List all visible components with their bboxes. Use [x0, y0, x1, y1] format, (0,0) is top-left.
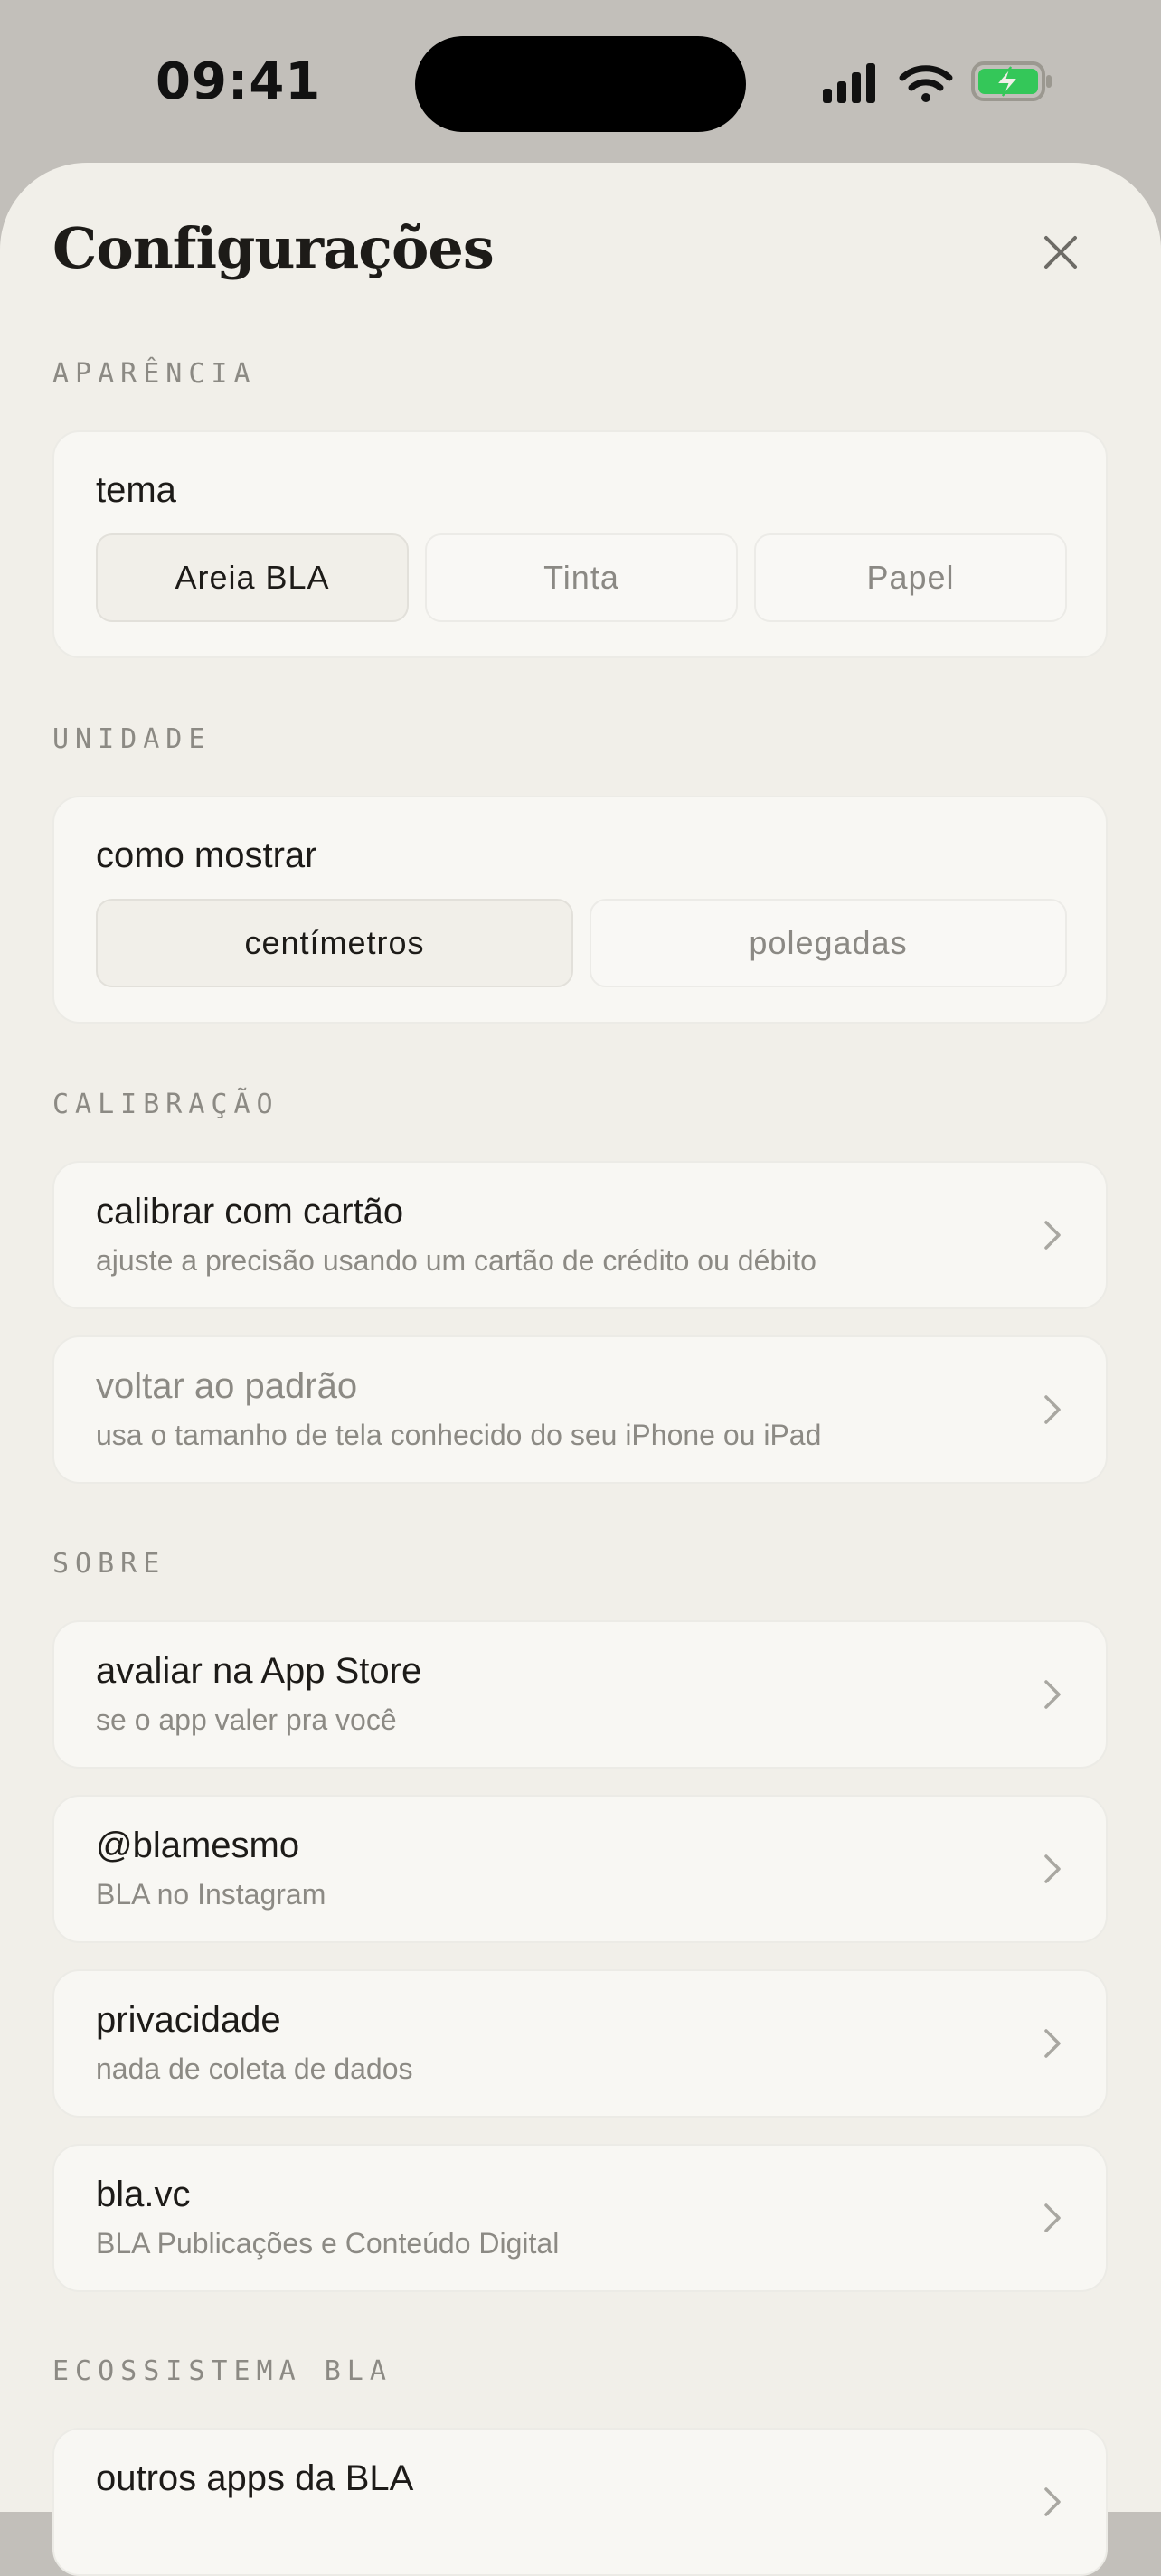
- website-row[interactable]: bla.vc BLA Publicações e Conteúdo Digita…: [52, 2144, 1108, 2292]
- theme-option-areia[interactable]: Areia BLA: [96, 533, 409, 622]
- unit-label: como mostrar: [96, 835, 317, 875]
- section-label-unidade: UNIDADE: [52, 723, 212, 755]
- row-title: avaliar na App Store: [96, 1651, 422, 1691]
- wifi-icon: [899, 65, 953, 102]
- status-time: 09:41: [156, 52, 322, 111]
- row-subtitle: nada de coleta de dados: [96, 2052, 413, 2085]
- close-button[interactable]: [1029, 221, 1092, 284]
- row-title: outros apps da BLA: [96, 2458, 414, 2498]
- status-bar: 09:41: [0, 0, 1161, 163]
- section-label-ecossistema: ECOSSISTEMA BLA: [52, 2355, 392, 2387]
- theme-option-papel[interactable]: Papel: [754, 533, 1067, 622]
- chevron-right-icon: [1044, 1680, 1061, 1709]
- status-icons: [823, 61, 1052, 103]
- row-subtitle: BLA Publicações e Conteúdo Digital: [96, 2227, 560, 2260]
- chevron-right-icon: [1044, 1395, 1061, 1424]
- dynamic-island: [415, 36, 746, 132]
- row-subtitle: ajuste a precisão usando um cartão de cr…: [96, 1244, 816, 1277]
- unit-option-polegadas[interactable]: polegadas: [590, 899, 1067, 987]
- other-apps-row[interactable]: outros apps da BLA: [52, 2428, 1108, 2576]
- row-title: @blamesmo: [96, 1826, 300, 1865]
- row-subtitle: usa o tamanho de tela conhecido do seu i…: [96, 1419, 822, 1451]
- chevron-right-icon: [1044, 2029, 1061, 2058]
- row-subtitle: se o app valer pra você: [96, 1703, 397, 1736]
- settings-sheet: Configurações APARÊNCIA tema Areia BLA T…: [0, 163, 1161, 2576]
- chevron-right-icon: [1044, 2487, 1061, 2516]
- section-label-aparencia: APARÊNCIA: [52, 358, 257, 390]
- row-subtitle: BLA no Instagram: [96, 1878, 326, 1911]
- unit-card: como mostrar centímetros polegadas: [52, 796, 1108, 1024]
- row-title: privacidade: [96, 2000, 281, 2040]
- battery-charging-icon: [971, 61, 1052, 101]
- rate-app-store-row[interactable]: avaliar na App Store se o app valer pra …: [52, 1620, 1108, 1769]
- section-label-calibracao: CALIBRAÇÃO: [52, 1089, 279, 1120]
- reset-default-row[interactable]: voltar ao padrão usa o tamanho de tela c…: [52, 1335, 1108, 1484]
- privacy-row[interactable]: privacidade nada de coleta de dados: [52, 1969, 1108, 2118]
- unit-option-centimetros[interactable]: centímetros: [96, 899, 573, 987]
- theme-label: tema: [96, 470, 176, 510]
- calibrate-card-row[interactable]: calibrar com cartão ajuste a precisão us…: [52, 1161, 1108, 1309]
- chevron-right-icon: [1044, 2203, 1061, 2232]
- page-title: Configurações: [52, 215, 495, 281]
- instagram-row[interactable]: @blamesmo BLA no Instagram: [52, 1795, 1108, 1943]
- theme-card: tema Areia BLA Tinta Papel: [52, 430, 1108, 658]
- section-label-sobre: SOBRE: [52, 1548, 166, 1580]
- row-title: bla.vc: [96, 2175, 191, 2214]
- theme-option-tinta[interactable]: Tinta: [425, 533, 738, 622]
- close-icon: [1044, 236, 1077, 269]
- chevron-right-icon: [1044, 1221, 1061, 1250]
- row-title: voltar ao padrão: [96, 1366, 358, 1406]
- chevron-right-icon: [1044, 1854, 1061, 1883]
- cellular-signal-icon: [823, 63, 875, 103]
- row-title: calibrar com cartão: [96, 1192, 404, 1231]
